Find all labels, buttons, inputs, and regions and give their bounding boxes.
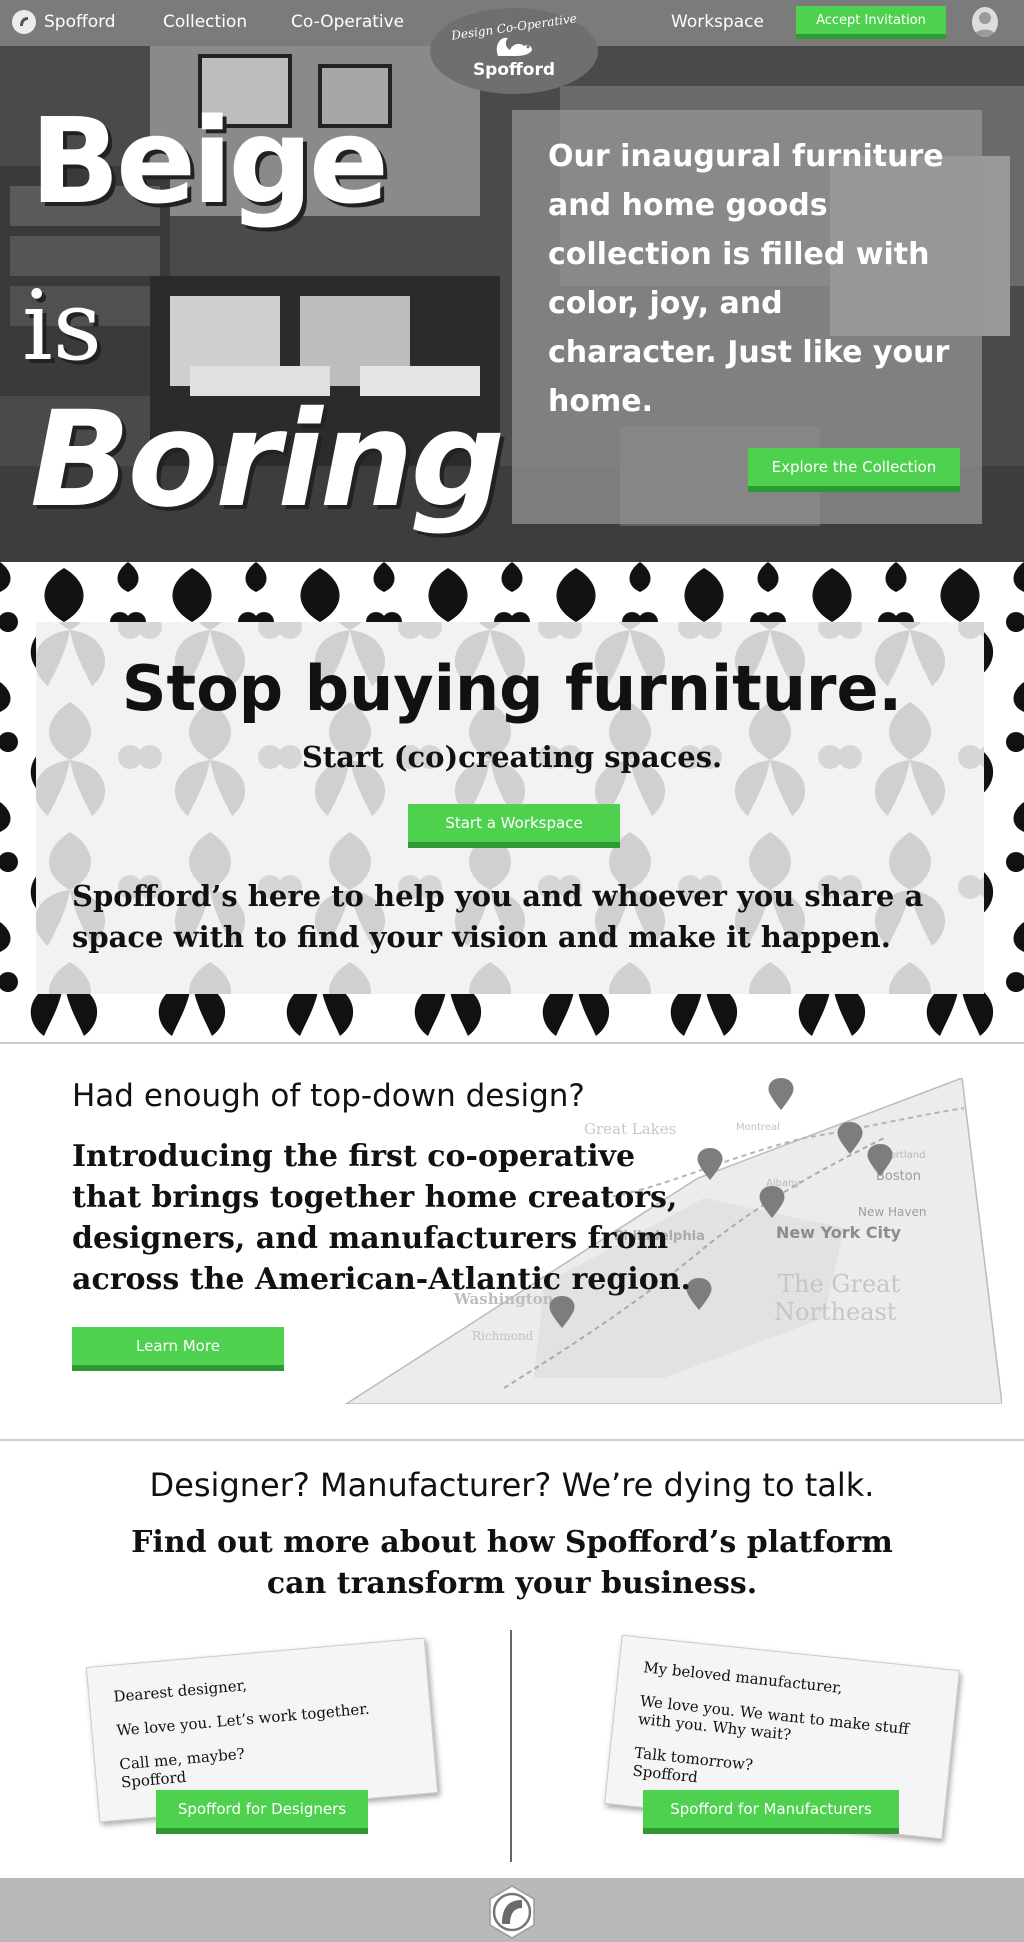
section-divider [0, 1042, 1024, 1044]
brand-link[interactable]: Spofford [12, 10, 116, 34]
coop-heading: Had enough of top-down design? [72, 1078, 585, 1114]
spofford-logo-icon [12, 10, 36, 34]
co-operative-emblem[interactable]: Design Co-Operative Spofford [430, 8, 598, 94]
designer-card-line1: We love you. Let’s work together. [115, 1699, 371, 1740]
nav-link-collection[interactable]: Collection [163, 12, 247, 32]
cocreate-title: Stop buying furniture. [121, 652, 903, 725]
partners-subheading: Find out more about how Spofford’s platf… [131, 1525, 893, 1601]
map-label-new-york-city: New York City [776, 1223, 902, 1242]
user-avatar-icon[interactable] [972, 7, 998, 37]
hero-word-is: is [22, 270, 102, 382]
cocreate-body: Spofford’s here to help you and whoever … [72, 879, 924, 954]
cocreate-subtitle: Start (co)creating spaces. [301, 740, 723, 774]
map-label-montreal: Montreal [736, 1122, 780, 1133]
partners-divider [510, 1630, 512, 1862]
explore-collection-button[interactable]: Explore the Collection [748, 448, 960, 492]
cocreate-section [0, 562, 1024, 1042]
coop-body: Introducing the first co-operative that … [72, 1139, 691, 1297]
learn-more-button[interactable]: Learn More [72, 1327, 284, 1371]
start-workspace-button[interactable]: Start a Workspace [408, 804, 620, 848]
hero-tagline: Our inaugural furniture and home goods c… [548, 139, 950, 419]
spofford-for-manufacturers-button[interactable]: Spofford for Manufacturers [643, 1790, 899, 1834]
emblem-brand: Spofford [472, 60, 556, 80]
footer [0, 1878, 1024, 1942]
section-divider [0, 1439, 1024, 1441]
map-pin-icon [768, 1078, 794, 1110]
accept-invitation-button[interactable]: Accept Invitation [796, 6, 946, 39]
nav-link-workspace[interactable]: Workspace [671, 12, 764, 32]
partners-heading: Designer? Manufacturer? We’re dying to t… [149, 1466, 875, 1504]
spofford-logo-icon[interactable] [484, 1884, 540, 1940]
hero-word-boring: Boring [30, 383, 505, 537]
damask-pattern [0, 562, 1024, 1042]
map-region-label-line1: The Great [778, 1270, 900, 1298]
map-label-new-haven: New Haven [858, 1205, 926, 1219]
hero-word-beige: Beige [30, 92, 389, 230]
nav-link-co-operative[interactable]: Co-Operative [291, 12, 404, 32]
spofford-for-designers-button[interactable]: Spofford for Designers [156, 1790, 368, 1834]
brand-name: Spofford [44, 12, 116, 32]
map-region-label-line2: Northeast [774, 1298, 897, 1326]
map-label-richmond: Richmond [472, 1329, 534, 1343]
